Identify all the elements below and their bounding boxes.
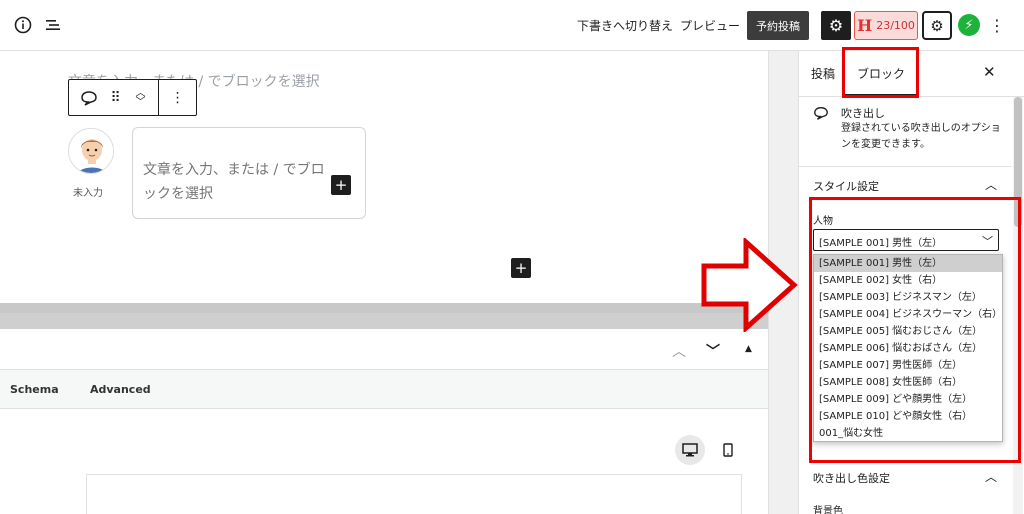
dropdown-option[interactable]: [SAMPLE 008] 女性医師（右） [814,374,1002,391]
speech-bubble-icon [813,105,829,125]
expand-down-icon[interactable]: ﹀ [706,341,720,361]
dropdown-option[interactable]: [SAMPLE 006] 悩むおばさん（左） [814,340,1002,357]
info-icon[interactable] [12,14,34,36]
chevron-down-icon: ﹀ [982,235,993,248]
chevron-up-icon[interactable]: ︿ [985,468,997,485]
sidebar-tabs: 投稿 ブロック ✕ [799,51,1024,97]
dropdown-option[interactable]: [SAMPLE 010] どや顔女性（右） [814,408,1002,425]
tab-post[interactable]: 投稿 [811,65,835,82]
cog-icon: ⚙ [930,16,944,35]
schedule-button[interactable]: 予約投稿 [747,11,809,40]
settings-sidebar: 投稿 ブロック ✕ 吹き出し 登録されている吹き出しのオプションを変更できます。… [798,51,1024,514]
avatar-name-label: 未入力 [73,188,103,199]
dropdown-option[interactable]: [SAMPLE 005] 悩むおじさん（左） [814,323,1002,340]
switch-to-draft-button[interactable]: 下書きへ切り替え [577,17,673,34]
avatar[interactable] [68,128,114,174]
seo-score-button[interactable]: H 23/100 [854,11,918,40]
dropdown-option[interactable]: [SAMPLE 007] 男性医師（左） [814,357,1002,374]
block-toolbar: ⠿ ︿ ﹀ ⋮ [68,79,197,116]
preview-button[interactable]: プレビュー [680,17,740,34]
tab-advanced[interactable]: Advanced [90,383,151,396]
editor-canvas: 文章を入力、または / でブロックを選択 ⠿ ︿ ﹀ ⋮ 未入力 文章を入力、ま… [0,51,768,303]
inner-add-block-button[interactable]: + [331,175,351,195]
move-down-icon[interactable]: ﹀ [135,97,145,107]
more-vertical-icon[interactable]: ⋮ [989,14,1005,36]
style-settings-title[interactable]: スタイル設定 [813,178,879,194]
move-icon[interactable]: ︿ ﹀ [123,80,159,115]
gear-icon: ⚙ [828,16,844,35]
list-view-icon[interactable] [42,14,64,36]
meta-resize-divider[interactable] [0,303,768,329]
person-dropdown-list: [SAMPLE 001] 男性（左） [SAMPLE 002] 女性（右） [S… [813,254,1003,442]
drag-handle-icon[interactable]: ⠿ [109,80,123,115]
background-color-label: 背景色 [813,506,843,514]
dropdown-option[interactable]: 001_悩む女性 [814,425,1002,441]
seo-logo-icon: H [857,16,873,35]
chevron-up-icon[interactable]: ︿ [985,176,997,193]
sidebar-scroll-thumb[interactable] [1014,97,1022,227]
editor-top-bar: 下書きへ切り替え プレビュー 予約投稿 ⚙ H 23/100 ⚙ ⚡ ⋮ [0,0,1024,51]
collapse-up-icon[interactable]: ︿ [672,341,686,361]
bubble-color-settings-title[interactable]: 吹き出し色設定 [813,470,890,486]
person-select-value: [SAMPLE 001] 男性（左） [819,238,943,249]
add-block-button[interactable]: + [511,258,531,278]
desktop-icon[interactable] [675,435,705,465]
bubble-placeholder[interactable]: 文章を入力、または / でブロックを選択 [143,158,333,206]
block-card: 吹き出し 登録されている吹き出しのオプションを変更できます。 [799,97,1011,167]
person-select[interactable]: [SAMPLE 001] 男性（左） ﹀ [813,229,999,251]
red-arrow-annotation [700,236,800,334]
plugin-settings-button[interactable]: ⚙ [922,11,952,40]
toggle-panel-icon[interactable]: ▲ [745,344,752,354]
meta-box-panel: ︿ ﹀ ▲ Schema Advanced [0,329,768,514]
speech-bubble-icon[interactable] [69,80,109,115]
mobile-icon[interactable] [713,435,743,465]
dropdown-option[interactable]: [SAMPLE 009] どや顔男性（左） [814,391,1002,408]
jetpack-bolt-icon[interactable]: ⚡ [958,14,980,36]
meta-tabs: Schema Advanced [0,369,768,409]
tab-block[interactable]: ブロック [857,65,905,82]
block-name: 吹き出し [841,107,885,120]
settings-button[interactable]: ⚙ [821,11,851,40]
block-description: 登録されている吹き出しのオプションを変更できます。 [841,123,1001,150]
speech-bubble[interactable]: 文章を入力、または / でブロックを選択 + [132,127,366,219]
tab-schema[interactable]: Schema [10,383,59,396]
dropdown-option[interactable]: [SAMPLE 002] 女性（右） [814,272,1002,289]
dropdown-option[interactable]: [SAMPLE 001] 男性（左） [814,255,1002,272]
seo-score: 23/100 [876,19,915,32]
sidebar-scrollbar[interactable] [1013,97,1023,514]
person-label: 人物 [813,216,833,227]
snippet-preview-box [86,474,742,514]
close-icon[interactable]: ✕ [983,63,996,81]
dropdown-option[interactable]: [SAMPLE 004] ビジネスウーマン（右） [814,306,1002,323]
more-options-icon[interactable]: ⋮ [159,80,196,115]
dropdown-option[interactable]: [SAMPLE 003] ビジネスマン（左） [814,289,1002,306]
